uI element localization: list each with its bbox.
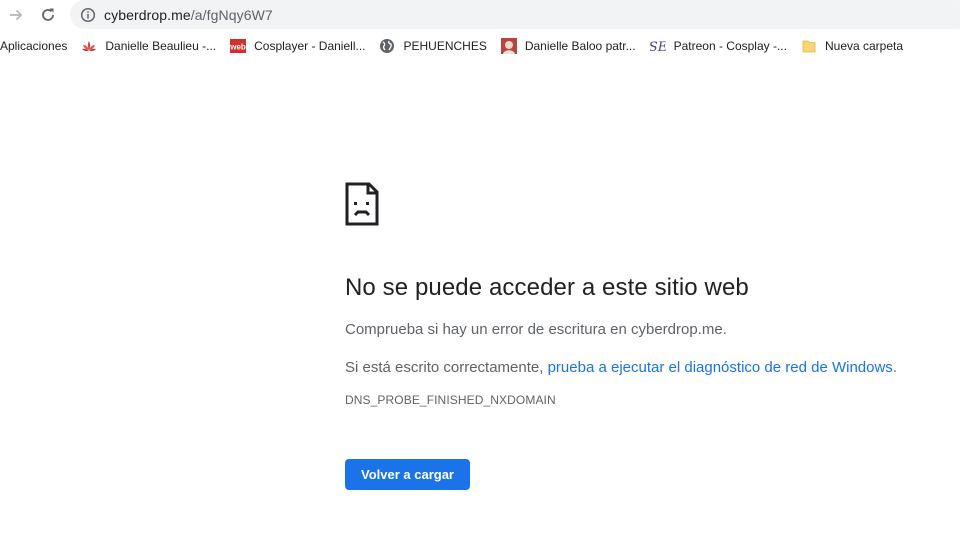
info-icon[interactable] <box>80 7 96 23</box>
bookmark-pehuenches[interactable]: PEHUENCHES <box>372 32 493 60</box>
globe-icon <box>379 38 395 54</box>
sad-page-icon <box>345 182 379 226</box>
bookmark-danielle-baloo[interactable]: Danielle Baloo patr... <box>494 32 643 60</box>
reload-button[interactable]: Volver a cargar <box>345 459 470 490</box>
bookmark-cosplayer[interactable]: web Cosplayer - Daniell... <box>223 32 372 60</box>
bookmarks-bar: Aplicaciones Danielle Beaulieu -... web … <box>0 31 960 61</box>
reload-icon[interactable] <box>36 3 60 27</box>
bookmark-patreon[interactable]: SE Patreon - Cosplay -... <box>643 32 794 60</box>
bookmark-label: PEHUENCHES <box>403 39 487 53</box>
url-text[interactable]: cyberdrop.me/a/fgNqy6W7 <box>104 7 273 23</box>
error-suggestion-diagnose: Si está escrito correctamente, prueba a … <box>345 356 905 380</box>
error-page: No se puede acceder a este sitio web Com… <box>345 182 905 490</box>
bookmark-aplicaciones[interactable]: Aplicaciones <box>0 32 74 60</box>
bookmark-danielle-beaulieu[interactable]: Danielle Beaulieu -... <box>74 32 223 60</box>
bookmark-nueva-carpeta[interactable]: Nueva carpeta <box>794 32 910 60</box>
address-bar[interactable]: cyberdrop.me/a/fgNqy6W7 <box>70 0 960 29</box>
error-code: DNS_PROBE_FINISHED_NXDOMAIN <box>345 393 556 407</box>
error-suggestion-typo: Comprueba si hay un error de escritura e… <box>345 321 727 338</box>
svg-text:web: web <box>230 43 246 52</box>
diagnose-suffix: . <box>892 359 897 376</box>
bookmark-label: Aplicaciones <box>0 39 68 53</box>
avatar-icon <box>500 38 517 54</box>
bookmark-label: Danielle Beaulieu -... <box>105 39 217 53</box>
bookmark-label: Patreon - Cosplay -... <box>673 39 787 53</box>
folder-icon <box>801 38 817 54</box>
error-heading: No se puede acceder a este sitio web <box>345 274 749 301</box>
web-icon: web <box>230 38 247 54</box>
se-icon: SE <box>650 38 666 54</box>
run-diagnostics-link[interactable]: prueba a ejecutar el diagnóstico de red … <box>548 359 893 376</box>
bookmark-label: Cosplayer - Daniell... <box>254 39 366 53</box>
forward-arrow-icon[interactable] <box>4 3 28 27</box>
svg-text:SE: SE <box>650 40 666 54</box>
url-host: cyberdrop.me <box>104 6 191 23</box>
lotus-icon <box>81 38 97 54</box>
browser-toolbar: cyberdrop.me/a/fgNqy6W7 <box>0 0 960 30</box>
diagnose-prefix: Si está escrito correctamente, <box>345 359 548 376</box>
url-path: /a/fgNqy6W7 <box>190 6 273 23</box>
bookmark-label: Nueva carpeta <box>824 39 904 53</box>
bookmark-label: Danielle Baloo patr... <box>524 39 636 53</box>
